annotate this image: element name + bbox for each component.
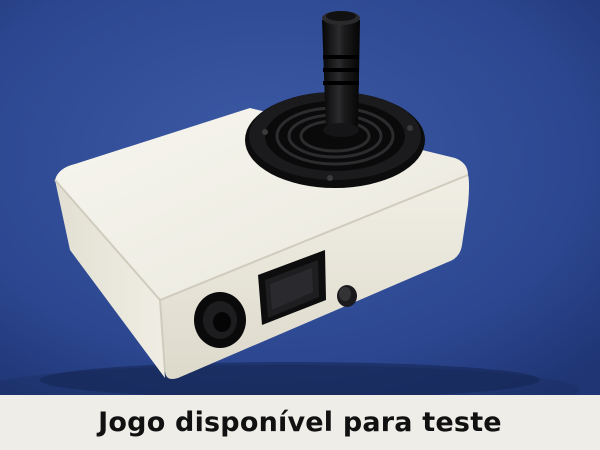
side-button	[337, 285, 357, 307]
caption-text: Jogo disponível para teste	[98, 407, 502, 438]
joystick-stick	[322, 11, 360, 137]
product-photo	[0, 0, 600, 395]
round-jack	[194, 292, 246, 348]
product-card: Jogo disponível para teste	[0, 0, 600, 450]
caption-bar: Jogo disponível para teste	[0, 395, 600, 450]
